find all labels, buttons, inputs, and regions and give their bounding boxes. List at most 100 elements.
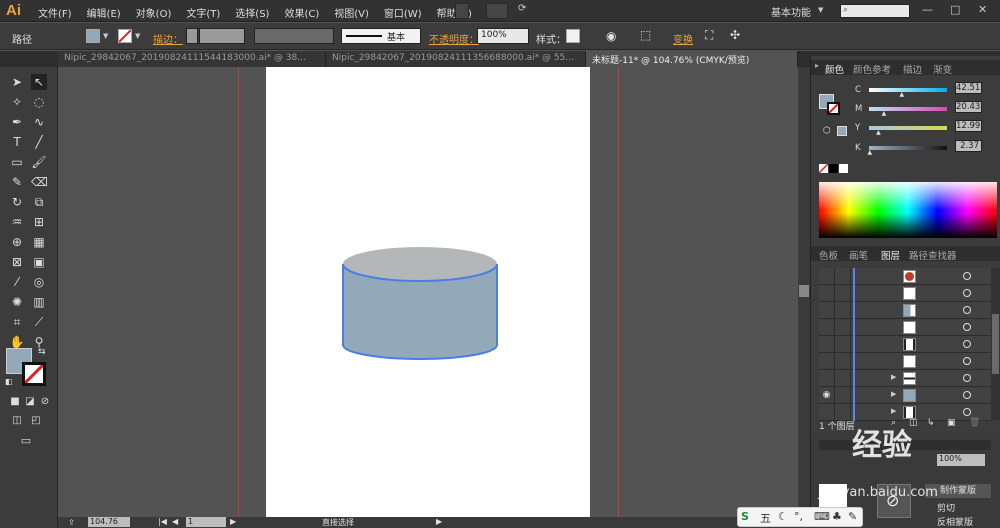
recolor-icon[interactable]: ◉ [606, 29, 616, 43]
lock-toggle[interactable] [835, 370, 851, 387]
bridge-button[interactable] [455, 3, 469, 19]
vertical-scrollbar[interactable] [798, 67, 810, 517]
target-circle[interactable] [963, 374, 971, 382]
opacity-input[interactable]: 100% [477, 28, 529, 44]
none-mode-icon[interactable]: ⊘ [37, 394, 53, 410]
panel-stroke-swatch[interactable] [827, 102, 840, 115]
visibility-toggle[interactable] [819, 370, 835, 387]
visibility-toggle[interactable] [819, 319, 835, 336]
tab-swatches[interactable]: 色板 [819, 248, 838, 262]
artboard[interactable] [266, 67, 590, 517]
stroke-style-dropdown[interactable]: 基本 [341, 28, 421, 44]
black-swatch[interactable] [829, 164, 838, 173]
yellow-value[interactable]: 12.99 [955, 120, 982, 132]
blend-tool-icon[interactable]: ◎ [31, 274, 47, 290]
out-of-gamut-icon[interactable]: ⬡ [823, 126, 831, 136]
lasso-icon[interactable]: ◌ [31, 94, 47, 110]
menu-window[interactable]: 窗口(W) [384, 5, 422, 20]
tab-stroke[interactable]: 描边 [903, 62, 922, 76]
tab-color[interactable]: 颜色 [825, 62, 844, 76]
lock-toggle[interactable] [835, 268, 851, 285]
stroke-weight-input[interactable] [199, 28, 245, 44]
menu-edit[interactable]: 编辑(E) [87, 5, 121, 20]
layer-row[interactable] [819, 353, 991, 370]
direct-selection-tool-icon[interactable]: ↖ [31, 74, 47, 90]
expand-icon[interactable]: ▶ [891, 373, 896, 381]
line-tool-icon[interactable]: ╱ [31, 134, 47, 150]
tab-gradient[interactable]: 渐变 [933, 62, 952, 76]
expand-icon[interactable]: ▶ [891, 407, 896, 415]
scroll-thumb[interactable] [799, 285, 809, 297]
menu-effect[interactable]: 效果(C) [284, 5, 319, 20]
pen-tool-icon[interactable]: ✒ [9, 114, 25, 130]
search-input[interactable]: ⌕ [840, 4, 910, 18]
draw-normal-icon[interactable]: ◫ [9, 413, 25, 429]
symbol-sprayer-icon[interactable]: ✺ [9, 294, 25, 310]
skin-icon[interactable]: ♣ [832, 510, 842, 523]
magenta-value[interactable]: 20.43 [955, 101, 982, 113]
target-circle[interactable] [963, 323, 971, 331]
status-menu-icon[interactable]: ▶ [436, 517, 442, 526]
rotate-tool-icon[interactable]: ↻ [9, 194, 25, 210]
screen-mode-icon[interactable]: ▭ [18, 433, 34, 449]
minimize-icon[interactable]: — [922, 3, 933, 16]
layer-row[interactable] [819, 302, 991, 319]
default-colors-icon[interactable]: ◧ [5, 377, 13, 386]
gamut-swatch[interactable] [837, 126, 847, 136]
lock-toggle[interactable] [835, 336, 851, 353]
free-transform-icon[interactable]: ⊞ [31, 214, 47, 230]
cyan-value[interactable]: 42.51 [955, 82, 982, 94]
slider-thumb[interactable]: ▲ [882, 110, 887, 117]
gradient-mode-icon[interactable]: ◪ [22, 394, 38, 410]
cyan-slider[interactable] [869, 88, 947, 92]
menu-file[interactable]: 文件(F) [38, 5, 72, 20]
arrange-docs-button[interactable] [486, 3, 508, 19]
workspace-switcher[interactable]: 基本功能 [771, 4, 811, 19]
eraser-icon[interactable]: ⌫ [31, 174, 48, 190]
visibility-toggle[interactable] [819, 353, 835, 370]
curvature-tool-icon[interactable]: ∿ [31, 114, 47, 130]
perspective-grid-icon[interactable]: ▦ [31, 234, 47, 250]
chevron-down-icon[interactable]: ▼ [818, 6, 823, 14]
eye-icon[interactable]: ◉ [819, 387, 835, 404]
stroke-color-box[interactable] [22, 362, 46, 386]
target-circle[interactable] [963, 272, 971, 280]
expand-icon[interactable]: ▶ [891, 390, 896, 398]
new-layer-icon[interactable]: ▣ [947, 418, 956, 428]
black-value[interactable]: 2.37 [955, 140, 982, 152]
swap-colors-icon[interactable]: ⇆ [38, 347, 46, 357]
slice-tool-icon[interactable]: ⟋ [31, 314, 47, 330]
layer-row[interactable]: ▶ [819, 370, 991, 387]
tab-layers[interactable]: 图层 [881, 248, 900, 262]
lock-toggle[interactable] [835, 353, 851, 370]
next-page-icon[interactable]: ▶ [230, 517, 236, 526]
visibility-toggle[interactable] [819, 302, 835, 319]
magic-wand-icon[interactable]: ✧ [9, 94, 25, 110]
punctuation-icon[interactable]: °, [794, 510, 803, 523]
draw-behind-icon[interactable]: ◰ [28, 413, 44, 429]
transform-link[interactable]: 变换 [673, 31, 693, 46]
none-swatch[interactable] [818, 163, 829, 174]
stroke-weight-stepper[interactable] [186, 28, 198, 44]
ime-mode[interactable]: 五 [760, 510, 771, 526]
target-circle[interactable] [963, 340, 971, 348]
prev-page-icon[interactable]: ◀ [172, 517, 178, 526]
cylinder-artwork[interactable] [266, 67, 590, 517]
menu-object[interactable]: 对象(O) [136, 5, 172, 20]
visibility-toggle[interactable] [819, 268, 835, 285]
lock-toggle[interactable] [835, 387, 851, 404]
layer-row[interactable] [819, 268, 991, 285]
first-page-icon[interactable]: |◀ [158, 517, 167, 526]
clip-checkbox-label[interactable]: 剪切 [937, 501, 955, 514]
tab-document-active[interactable]: 未标题-11* @ 104.76% (CMYK/预览) [586, 51, 798, 67]
selection-tool-icon[interactable]: ➤ [9, 74, 25, 90]
keyboard-icon[interactable]: ⌨ [814, 510, 830, 523]
target-circle[interactable] [963, 391, 971, 399]
menu-type[interactable]: 文字(T) [186, 5, 220, 20]
artboard-tool-icon[interactable]: ⌗ [9, 314, 25, 330]
warp-tool-icon[interactable]: ♒ [9, 214, 25, 230]
target-circle[interactable] [963, 357, 971, 365]
isolate-icon[interactable]: ✣ [730, 28, 740, 42]
transparency-opacity[interactable]: 100% [937, 454, 985, 466]
ime-logo-icon[interactable]: S [741, 510, 749, 523]
